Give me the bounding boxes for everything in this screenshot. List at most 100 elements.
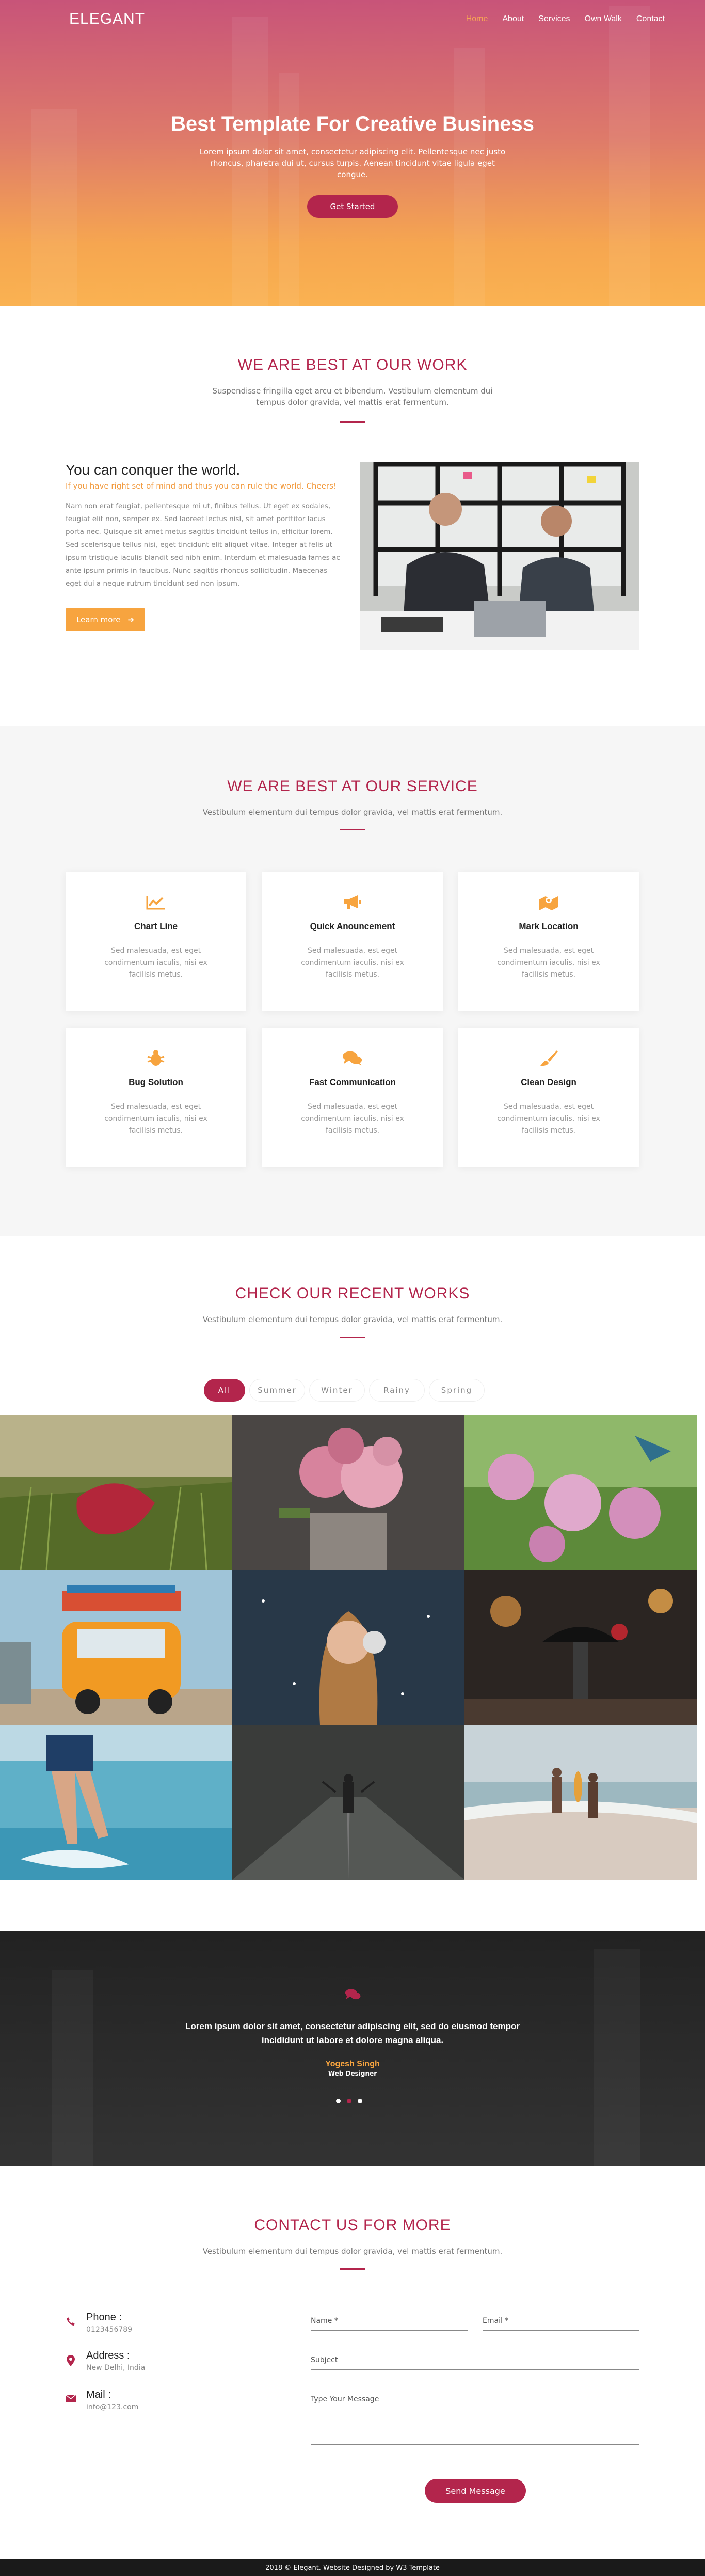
hero-text: Lorem ipsum dolor sit amet, consectetur … (199, 147, 506, 179)
carousel-dots (336, 2099, 362, 2103)
about-title: WE ARE BEST AT OUR WORK (237, 356, 468, 373)
office-photo (360, 462, 639, 650)
service-title: Quick Anouncement (310, 921, 395, 931)
comments-icon (345, 1987, 361, 2002)
building-shape (31, 109, 77, 306)
gallery-filters: All Summer Winter Rainy Spring (204, 1379, 485, 1402)
filter-spring[interactable]: Spring (429, 1379, 485, 1402)
chart-line-icon (146, 893, 166, 911)
service-title: Bug Solution (129, 1077, 183, 1087)
hero-section: ELEGANT Home About Services Own Walk Con… (0, 0, 705, 306)
filter-all[interactable]: All (204, 1379, 245, 1402)
subject-field[interactable]: Subject (311, 2356, 639, 2370)
title-underline (340, 1337, 365, 1338)
title-underline (340, 2268, 365, 2270)
works-title: CHECK OUR RECENT WORKS (235, 1285, 470, 1302)
mail-label: Mail : (86, 2389, 111, 2400)
footer-text: 2018 © Elegant. Website Designed by W3 T… (265, 2564, 440, 2572)
title-underline (340, 829, 365, 830)
testimonial-section: Lorem ipsum dolor sit amet, consectetur … (0, 1931, 705, 2166)
send-message-button[interactable]: Send Message (425, 2479, 526, 2503)
envelope-icon (66, 2394, 76, 2408)
service-text: Sed malesuada, est eget condimentum iacu… (497, 947, 600, 979)
service-text: Sed malesuada, est eget condimentum iacu… (301, 1103, 404, 1135)
carousel-dot[interactable] (358, 2099, 362, 2103)
nav-own-walk[interactable]: Own Walk (585, 14, 622, 24)
address-value: New Delhi, India (86, 2364, 146, 2372)
footer: 2018 © Elegant. Website Designed by W3 T… (0, 2559, 705, 2576)
service-title: Mark Location (519, 921, 579, 931)
filter-winter[interactable]: Winter (309, 1379, 365, 1402)
service-card-bug-solution[interactable]: Bug Solution Sed malesuada, est eget con… (66, 1028, 246, 1167)
address-label: Address : (86, 2350, 130, 2361)
service-text: Sed malesuada, est eget condimentum iacu… (301, 947, 404, 979)
service-card-mark-location[interactable]: Mark Location Sed malesuada, est eget co… (458, 872, 639, 1011)
gallery-item[interactable] (464, 1415, 697, 1570)
service-card-chart-line[interactable]: Chart Line Sed malesuada, est eget condi… (66, 872, 246, 1011)
main-nav: Home About Services Own Walk Contact (466, 14, 665, 24)
services-title: WE ARE BEST AT OUR SERVICE (227, 778, 478, 795)
gallery-item[interactable] (0, 1415, 232, 1570)
about-text: Nam non erat feugiat, pellentesque mi ut… (66, 502, 340, 588)
about-tagline: If you have right set of mind and thus y… (66, 481, 337, 491)
service-card-quick-anouncement[interactable]: Quick Anouncement Sed malesuada, est ege… (262, 872, 443, 1011)
gallery-item[interactable] (232, 1415, 464, 1570)
testimonial-name: Yogesh Singh (325, 2060, 380, 2068)
works-subtitle: Vestibulum elementum dui tempus dolor gr… (202, 1315, 503, 1324)
email-field[interactable]: Email * (483, 2317, 639, 2331)
service-title: Chart Line (134, 921, 178, 931)
building-shape (609, 6, 650, 306)
get-started-button[interactable]: Get Started (307, 195, 398, 218)
message-field[interactable]: Type Your Message (311, 2395, 639, 2445)
bullhorn-icon (342, 893, 363, 911)
bug-icon (146, 1049, 166, 1067)
building-shape (279, 73, 299, 306)
about-subtitle: Suspendisse fringilla eget arcu et biben… (212, 386, 493, 407)
service-card-clean-design[interactable]: Clean Design Sed malesuada, est eget con… (458, 1028, 639, 1167)
gallery-item[interactable] (464, 1725, 697, 1880)
service-text: Sed malesuada, est eget condimentum iacu… (104, 1103, 207, 1135)
contact-phone: Phone : 0123456789 (66, 2312, 132, 2334)
gallery-item[interactable] (464, 1570, 697, 1725)
gallery-item[interactable] (0, 1570, 232, 1725)
testimonial-quote: Lorem ipsum dolor sit amet, consectetur … (185, 2021, 520, 2045)
nav-contact[interactable]: Contact (636, 14, 665, 24)
service-card-fast-communication[interactable]: Fast Communication Sed malesuada, est eg… (262, 1028, 443, 1167)
service-title: Clean Design (521, 1077, 576, 1087)
services-subtitle: Vestibulum elementum dui tempus dolor gr… (202, 808, 503, 817)
nav-about[interactable]: About (502, 14, 524, 24)
site-logo[interactable]: ELEGANT (69, 10, 145, 28)
nav-home[interactable]: Home (466, 14, 488, 24)
contact-mail: Mail : info@123.com (66, 2389, 138, 2411)
nav-services[interactable]: Services (538, 14, 570, 24)
service-text: Sed malesuada, est eget condimentum iacu… (497, 1103, 600, 1135)
about-heading: You can conquer the world. (66, 462, 241, 478)
contact-subtitle: Vestibulum elementum dui tempus dolor gr… (202, 2247, 503, 2256)
learn-more-button[interactable]: Learn more ➔ (66, 608, 145, 631)
testimonial-role: Web Designer (328, 2070, 377, 2077)
service-title: Fast Communication (309, 1077, 396, 1087)
phone-label: Phone : (86, 2312, 122, 2323)
map-marker-icon (66, 2355, 76, 2368)
office-photo-art (360, 462, 639, 650)
filter-summer[interactable]: Summer (249, 1379, 305, 1402)
gallery-item[interactable] (232, 1570, 464, 1725)
mail-value[interactable]: info@123.com (86, 2403, 138, 2411)
comments-icon (342, 1049, 363, 1067)
phone-icon (66, 2317, 76, 2330)
title-underline (340, 421, 365, 423)
contact-address: Address : New Delhi, India (66, 2350, 145, 2372)
paint-brush-icon (538, 1049, 559, 1067)
service-text: Sed malesuada, est eget condimentum iacu… (104, 947, 207, 979)
map-icon (538, 893, 559, 911)
filter-rainy[interactable]: Rainy (369, 1379, 425, 1402)
carousel-dot-active[interactable] (347, 2099, 351, 2103)
learn-more-label: Learn more (76, 615, 121, 624)
building-shape (594, 1949, 640, 2166)
name-field[interactable]: Name * (311, 2317, 468, 2331)
carousel-dot[interactable] (336, 2099, 341, 2103)
phone-value: 0123456789 (86, 2326, 133, 2334)
contact-title: CONTACT US FOR MORE (254, 2217, 451, 2234)
gallery-item[interactable] (0, 1725, 232, 1880)
gallery-item[interactable] (232, 1725, 464, 1880)
